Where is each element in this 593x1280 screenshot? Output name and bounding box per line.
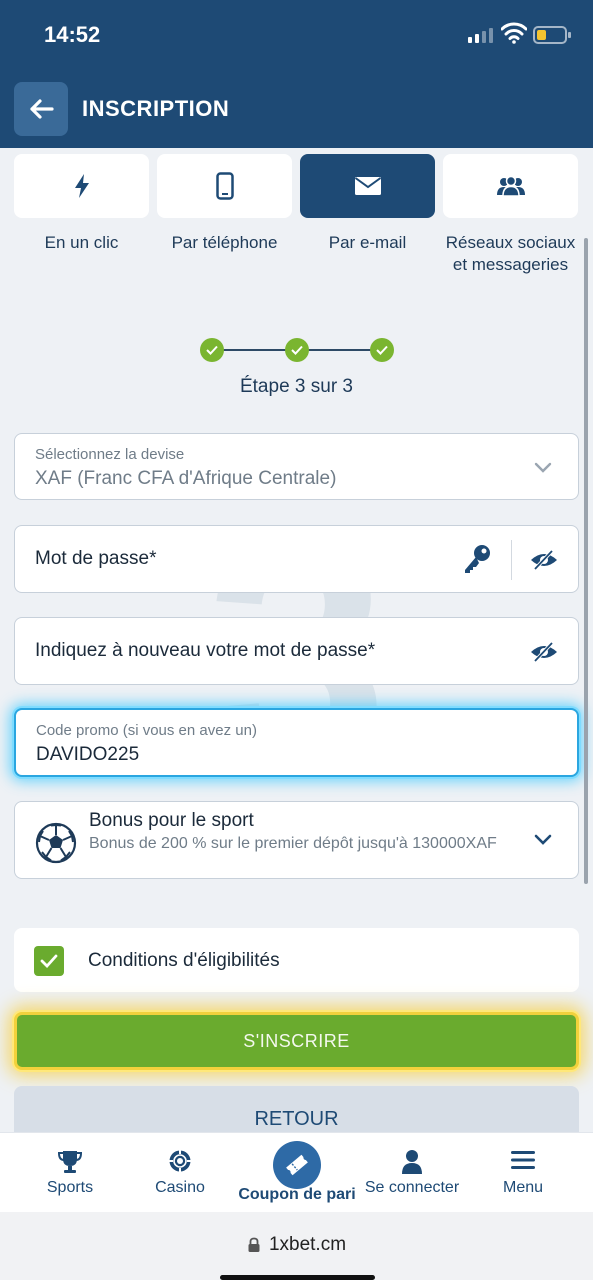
page-title: INSCRIPTION (82, 96, 230, 121)
nav-coupon[interactable]: Coupon de pari (238, 1133, 356, 1213)
tab-label-phone: Par téléphone (171, 233, 278, 252)
nav-casino-label: Casino (155, 1179, 205, 1196)
nav-login-label: Se connecter (364, 1179, 460, 1196)
status-time: 14:52 (44, 22, 101, 47)
registration-tab-labels: En un clic Par téléphone Par e-mail Rése… (14, 232, 579, 276)
lightning-icon (74, 174, 89, 198)
trophy-icon (57, 1151, 83, 1173)
tab-label-social: Réseaux sociaux et messageries (445, 233, 576, 274)
key-icon[interactable] (462, 543, 492, 575)
status-bar: 14:52 (0, 0, 593, 70)
field-divider (511, 540, 512, 580)
user-icon (402, 1150, 422, 1174)
signal-icon (468, 28, 493, 43)
promo-code-field[interactable]: Code promo (si vous en avez un) DAVIDO22… (14, 708, 579, 777)
chevron-down-icon (534, 462, 552, 473)
lock-icon (248, 1237, 260, 1252)
tab-phone[interactable] (157, 154, 292, 218)
check-icon (40, 954, 58, 968)
password-label: Mot de passe* (35, 548, 157, 569)
back-button[interactable] (14, 82, 68, 136)
browser-url: 1xbet.cm (268, 1234, 347, 1255)
nav-sports[interactable]: Sports (11, 1133, 129, 1213)
currency-label: Sélectionnez la devise (35, 446, 185, 463)
bottom-navigation: Sports Casino Coupon de pari Se connecte… (0, 1132, 593, 1212)
registration-method-tabs (14, 154, 579, 218)
step-1-check-icon (200, 338, 224, 362)
tab-one-click[interactable] (14, 154, 149, 218)
app-header: INSCRIPTION (0, 70, 593, 148)
tab-email[interactable] (300, 154, 435, 218)
users-icon (496, 175, 525, 197)
nav-casino[interactable]: Casino (121, 1133, 239, 1213)
nav-menu[interactable]: Menu (464, 1133, 582, 1213)
battery-icon (533, 26, 571, 44)
eligibility-row[interactable]: Conditions d'éligibilités (14, 928, 579, 992)
browser-address-bar[interactable]: 1xbet.cm (0, 1212, 593, 1280)
step-3-check-icon (370, 338, 394, 362)
envelope-icon (354, 177, 381, 195)
arrow-left-icon (30, 99, 54, 119)
tab-label-one-click: En un clic (44, 233, 119, 252)
home-indicator[interactable] (220, 1275, 375, 1280)
step-2-check-icon (285, 338, 309, 362)
nav-menu-label: Menu (502, 1179, 544, 1196)
currency-select[interactable]: Sélectionnez la devise XAF (Franc CFA d'… (14, 433, 579, 500)
wifi-icon (501, 22, 527, 44)
eligibility-checkbox[interactable] (34, 946, 64, 976)
password-confirm-field[interactable]: Indiquez à nouveau votre mot de passe* (14, 617, 579, 685)
password-field[interactable]: Mot de passe* (14, 525, 579, 593)
eye-off-icon[interactable] (530, 549, 558, 571)
currency-value: XAF (Franc CFA d'Afrique Centrale) (35, 468, 337, 489)
bonus-description: Bonus de 200 % sur le premier dépôt jusq… (89, 835, 497, 852)
hamburger-menu-icon (511, 1151, 535, 1169)
casino-chip-icon (169, 1150, 191, 1172)
soccer-ball-icon (35, 822, 77, 864)
eye-off-icon[interactable] (530, 641, 558, 663)
register-button[interactable]: S'INSCRIRE (14, 1012, 579, 1070)
eligibility-label: Conditions d'éligibilités (88, 950, 280, 971)
password-confirm-label: Indiquez à nouveau votre mot de passe* (35, 640, 376, 661)
step-indicator-text: Étape 3 sur 3 (239, 376, 354, 397)
promo-code-value: DAVIDO225 (36, 744, 140, 765)
tab-social[interactable] (443, 154, 578, 218)
bonus-title: Bonus pour le sport (89, 810, 254, 831)
progress-stepper (200, 338, 394, 362)
nav-sports-label: Sports (46, 1179, 94, 1196)
bonus-select[interactable]: Bonus pour le sport Bonus de 200 % sur l… (14, 801, 579, 879)
promo-code-label: Code promo (si vous en avez un) (36, 722, 257, 739)
phone-icon (215, 172, 234, 200)
nav-coupon-label: Coupon de pari (238, 1186, 356, 1203)
tab-label-email: Par e-mail (328, 233, 407, 252)
scrollbar[interactable] (584, 238, 588, 884)
nav-login[interactable]: Se connecter (353, 1133, 471, 1213)
chevron-down-icon (534, 834, 552, 845)
